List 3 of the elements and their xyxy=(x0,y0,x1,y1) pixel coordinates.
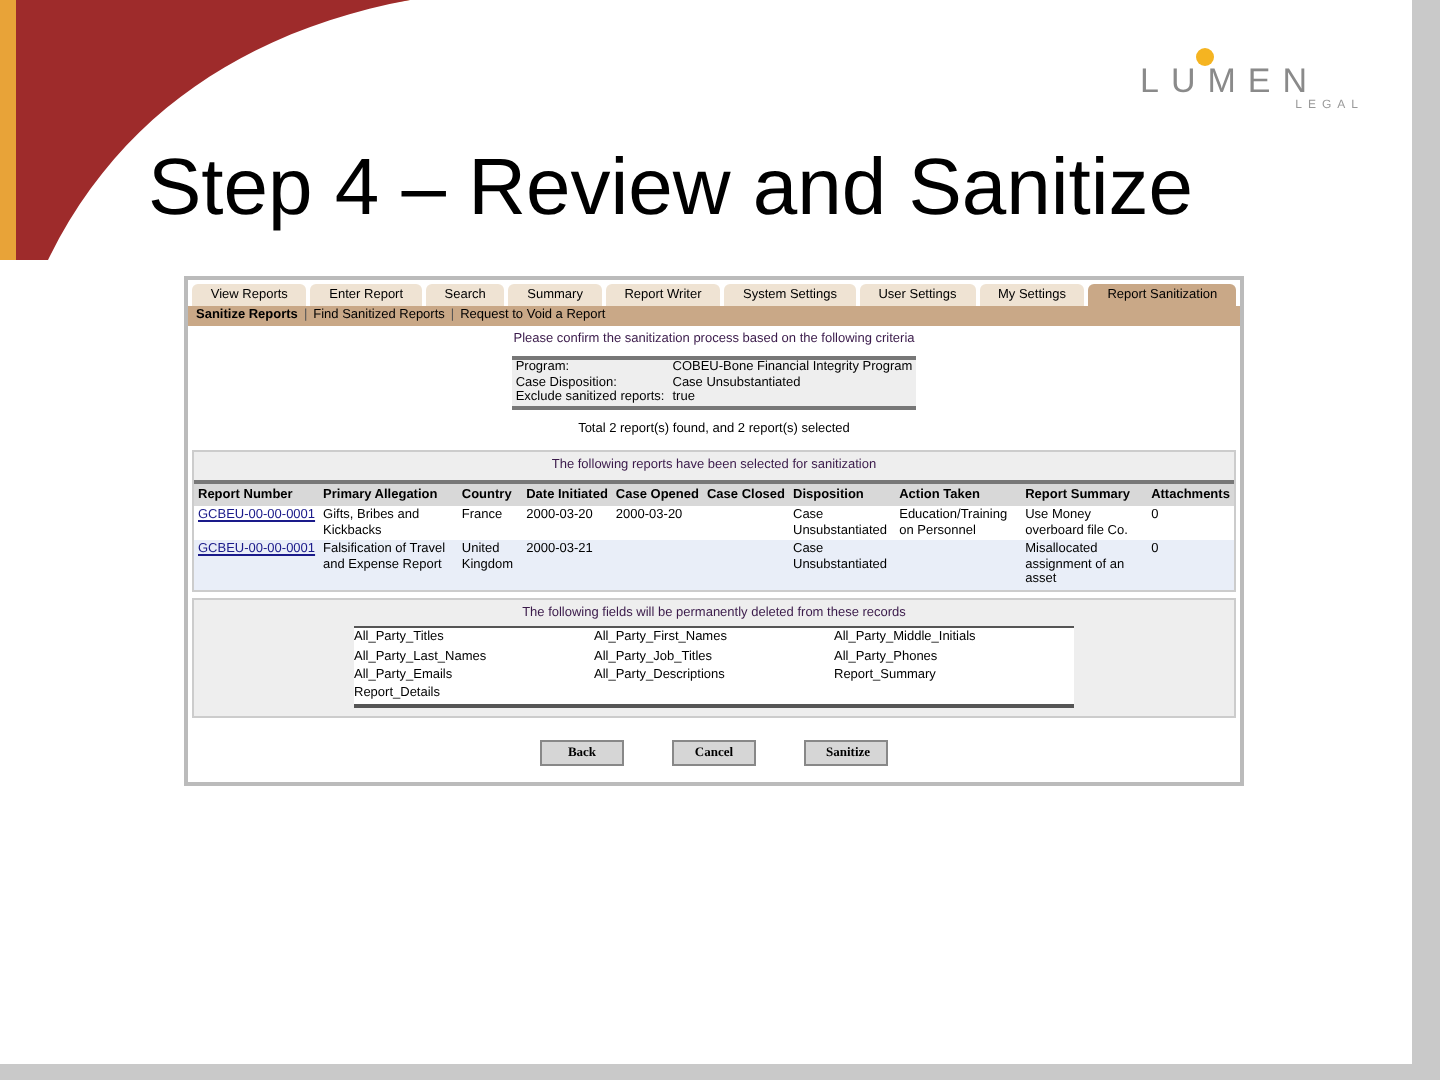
logo-dot-icon xyxy=(1196,48,1214,66)
logo-text: LUMEN xyxy=(1140,64,1320,98)
slide-title: Step 4 – Review and Sanitize xyxy=(148,142,1194,236)
